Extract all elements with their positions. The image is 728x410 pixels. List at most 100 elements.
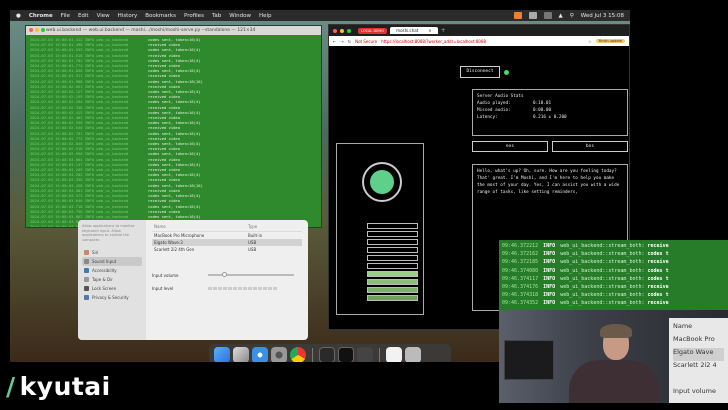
device-name: MacBook Pro Microphone	[154, 233, 205, 238]
log-tail: codes t	[647, 267, 669, 274]
level-bar	[367, 223, 418, 229]
menu-bar: ● Chrome File Edit View History Bookmark…	[10, 10, 630, 21]
preview-icon[interactable]	[319, 347, 335, 362]
menu-item-profiles[interactable]: Profiles	[184, 13, 204, 19]
menu-item-view[interactable]: View	[97, 13, 110, 19]
minimize-icon[interactable]	[340, 28, 344, 33]
sidebar-item-accessibility[interactable]: Accessibility	[82, 266, 142, 275]
level-bar	[367, 271, 418, 277]
presenter-body	[569, 360, 659, 403]
stats-row-missed-audio: Missed audio: 0:00.00	[477, 107, 623, 114]
safari-icon[interactable]	[252, 347, 268, 362]
close-icon[interactable]	[333, 28, 337, 33]
chrome-icon[interactable]	[290, 347, 306, 362]
speaker-circle	[362, 162, 402, 202]
browser-tab-bar: LOCAL DEMO moshi.chat × +	[329, 25, 629, 36]
finder-icon[interactable]	[214, 347, 230, 362]
slider-knob[interactable]	[222, 272, 227, 277]
level-segment	[208, 286, 212, 290]
not-secure-label[interactable]: Not Secure	[355, 39, 377, 44]
terminal-output[interactable]: 2024-07-03 15:08:01.412 INFO web_ui_back…	[26, 35, 321, 227]
input-level-row: Input level	[152, 283, 302, 293]
log-t: 09:46.372162	[502, 251, 539, 258]
column-type: Type	[248, 224, 258, 229]
sidebar-item-sound-input[interactable]: Sound Input	[82, 257, 142, 267]
menu-search-icon[interactable]: ⚲	[570, 13, 574, 19]
bookmark-star-icon[interactable]: ☆	[588, 39, 592, 44]
device-type: USB	[248, 240, 257, 245]
webcam-settings-panel: Name MacBook Pro Elgato Wave Scarlett 2i2 4…	[669, 318, 728, 403]
level-bar	[367, 287, 418, 293]
table-row[interactable]: MacBook Pro Microphone Built-in	[152, 232, 302, 239]
settings-sidebar-note: Allow applications to monitor keyboard i…	[82, 224, 135, 242]
log-m: web_ui_backend::stream_both:	[560, 284, 645, 291]
recording-badge[interactable]: LOCAL DEMO	[358, 27, 388, 34]
tab-close-icon[interactable]: ×	[428, 28, 431, 33]
sidebar-item-tape[interactable]: Tape & Dir	[82, 275, 142, 284]
system-settings-icon[interactable]	[271, 347, 287, 362]
menu-item-history[interactable]: History	[118, 13, 138, 19]
terminal-icon[interactable]	[338, 347, 354, 362]
finish-update-button[interactable]: Finish update	[595, 39, 625, 43]
trash-icon[interactable]	[405, 347, 421, 362]
menu-clock[interactable]: Wed Jul 3 15:08	[581, 13, 624, 19]
menu-app-name[interactable]: Chrome	[29, 13, 53, 19]
log-m: web_ui_backend::stream_both:	[560, 267, 645, 274]
menu-item-window[interactable]: Window	[229, 13, 251, 19]
back-icon[interactable]: ←	[333, 39, 336, 44]
terminal-window[interactable]: web.ui.backend — web.ui.backend — moshi.…	[25, 25, 322, 228]
accessibility-icon	[84, 268, 89, 274]
menu-item-help[interactable]: Help	[259, 13, 272, 19]
sidebar-item-label: Tape & Dir	[92, 277, 113, 283]
sound-settings-window[interactable]: Allow applications to monitor keyboard i…	[78, 220, 308, 340]
menu-item-bookmarks[interactable]: Bookmarks	[145, 13, 176, 19]
document-icon[interactable]	[386, 347, 402, 362]
launchpad-icon[interactable]	[233, 347, 249, 362]
menu-item-edit[interactable]: Edit	[78, 13, 89, 19]
siri-icon	[84, 250, 89, 256]
input-level-meter	[208, 286, 277, 290]
log-lv: INFO	[543, 251, 556, 258]
status-display-icon[interactable]	[528, 12, 537, 19]
bos-button[interactable]: bos	[552, 141, 628, 152]
eos-button[interactable]: eos	[472, 141, 548, 152]
wifi-icon[interactable]: ▲	[559, 13, 563, 19]
minimize-icon[interactable]	[35, 28, 39, 32]
device-name: Scarlett 2i2 4th Gen	[154, 247, 195, 252]
status-app-icon[interactable]	[513, 12, 522, 19]
forward-icon[interactable]: →	[340, 39, 343, 44]
zoom-icon[interactable]	[347, 28, 351, 33]
log-tail: receive	[647, 243, 669, 249]
sidebar-item-label: Siri	[92, 250, 99, 256]
table-row[interactable]: Scarlett 2i2 4th Gen USB	[152, 246, 302, 253]
reload-icon[interactable]: ↻	[348, 39, 351, 44]
input-volume-slider[interactable]	[208, 272, 294, 277]
status-battery-icon[interactable]	[543, 12, 552, 19]
log-lv: INFO	[543, 267, 556, 274]
calculator-icon[interactable]	[357, 347, 373, 362]
url-field[interactable]: https://localhost:8088/?worker_addr=loca…	[381, 39, 584, 44]
new-tab-icon[interactable]: +	[441, 27, 446, 34]
close-icon[interactable]	[29, 28, 33, 32]
sidebar-item-siri[interactable]: Siri	[82, 248, 142, 257]
terminal-title: web.ui.backend — web.ui.backend — moshi.…	[46, 28, 256, 33]
table-row[interactable]: Elgato Wave:3 USB	[152, 239, 302, 246]
zoom-icon[interactable]	[41, 28, 45, 32]
menu-item-tab[interactable]: Tab	[212, 13, 221, 19]
sidebar-item-lock-screen[interactable]: Lock Screen	[82, 284, 142, 293]
webcam-panel-item	[673, 374, 724, 387]
webcam-log-line: 09:46.374080 INFO web_ui_backend::stream…	[502, 267, 725, 275]
menu-item-file[interactable]: File	[61, 13, 70, 19]
sidebar-item-label: Privacy & Security	[92, 295, 129, 301]
stats-row-latency: Latency: 0.216 ± 0.200	[477, 114, 623, 121]
sidebar-item-privacy[interactable]: Privacy & Security	[82, 293, 142, 302]
tab-moshi-chat[interactable]: moshi.chat ×	[390, 27, 438, 34]
apple-icon[interactable]: ●	[16, 13, 21, 19]
level-segment	[223, 286, 227, 290]
log-t: 09:46.374352	[502, 300, 539, 307]
laptop	[504, 340, 554, 380]
webcam-log-line: 09:46.374352 INFO web_ui_backend::stream…	[502, 299, 725, 307]
terminal-title-bar[interactable]: web.ui.backend — web.ui.backend — moshi.…	[26, 26, 321, 35]
disconnect-button[interactable]: Disconnect	[460, 66, 500, 78]
sidebar-item-label: Accessibility	[92, 268, 117, 274]
